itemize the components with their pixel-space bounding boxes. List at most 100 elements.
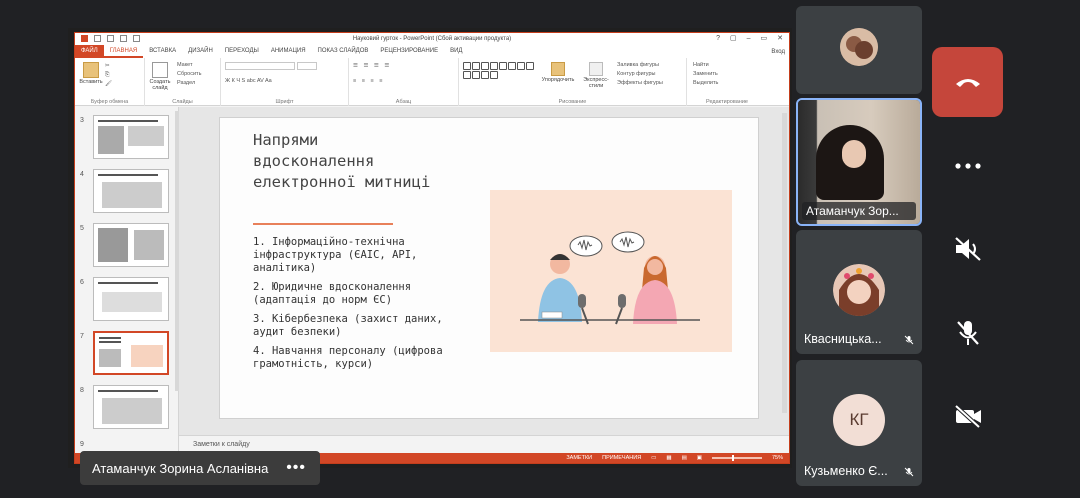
thumbnail-number: 6 (80, 279, 84, 286)
participant-tile[interactable]: Квасницька... (796, 230, 922, 354)
font-style-buttons[interactable]: Ж К Ч S abc AV Aa (225, 77, 344, 86)
reset-button[interactable]: Сбросить (177, 70, 201, 79)
quick-styles-icon (589, 62, 603, 76)
comments-toggle-button[interactable]: ПРИМЕЧАНИЯ (602, 453, 641, 463)
find-button[interactable]: Найти (693, 61, 718, 70)
ribbon-display-button[interactable]: ▢ (730, 33, 737, 45)
maximize-button[interactable]: ▭ (761, 33, 768, 45)
slide-thumbnail[interactable] (93, 223, 169, 267)
zoom-slider[interactable] (711, 455, 762, 461)
list-item: 4. Навчання персоналу (цифрова грамотніс… (253, 345, 443, 370)
shape-icon[interactable] (481, 71, 489, 79)
list-buttons-icon[interactable]: ☰ ☰ ☰ ☰ (353, 62, 454, 71)
thumbnail-number: 8 (80, 387, 84, 394)
shape-icon[interactable] (499, 62, 507, 70)
notes-toggle-button[interactable]: ЗАМЕТКИ (566, 453, 592, 463)
shape-icon[interactable] (463, 71, 471, 79)
cut-icon[interactable]: ✂ (105, 62, 112, 71)
participant-tile-active-speaker[interactable]: Атаманчук Зор... (796, 98, 922, 226)
copy-icon[interactable]: ⎘ (105, 71, 112, 80)
slide-title[interactable]: Напрями вдосконалення електронної митниц… (253, 130, 433, 193)
clipboard-group-label: Буфер обмена (90, 99, 129, 105)
shape-icon[interactable] (481, 62, 489, 70)
normal-view-icon[interactable]: ▭ (651, 453, 656, 463)
slide-thumbnail[interactable] (93, 277, 169, 321)
presenter-more-options-icon[interactable]: ••• (286, 459, 306, 477)
mic-off-icon (956, 321, 979, 345)
shape-icon[interactable] (490, 71, 498, 79)
camera-toggle-button[interactable] (932, 395, 1003, 437)
speaker-toggle-button[interactable] (932, 228, 1003, 270)
minimize-button[interactable]: – (747, 33, 751, 45)
tab-view[interactable]: ВИД (444, 45, 468, 58)
drawing-group: Упорядочить Экспресс-стили Заливка фигур… (459, 58, 687, 106)
window-title: Науковий гурток - PowerPoint (Сбой актив… (352, 36, 512, 42)
tab-animations[interactable]: АНИМАЦИЯ (265, 45, 312, 58)
close-button[interactable]: ✕ (777, 33, 783, 45)
layout-button[interactable]: Макет (177, 61, 201, 70)
thumbnail-number: 3 (80, 117, 84, 124)
paste-button[interactable]: Вставить (79, 60, 103, 85)
shape-outline-button[interactable]: Контур фигуры (617, 70, 663, 79)
shape-icon[interactable] (472, 62, 480, 70)
shape-icon[interactable] (526, 62, 534, 70)
editing-group: Найти Заменить Выделить Редактирование (687, 58, 767, 106)
more-options-button[interactable] (932, 146, 1003, 186)
format-painter-icon[interactable]: 🖌 (105, 80, 112, 89)
section-button[interactable]: Раздел (177, 79, 201, 88)
slide-editor: Напрями вдосконалення електронної митниц… (179, 107, 789, 435)
current-slide[interactable]: Напрями вдосконалення електронної митниц… (219, 117, 759, 419)
shape-icon[interactable] (517, 62, 525, 70)
font-name-input[interactable] (225, 62, 295, 70)
thumbnail-number: 5 (80, 225, 84, 232)
end-call-button[interactable] (932, 47, 1003, 117)
shape-fill-button[interactable]: Заливка фигуры (617, 61, 663, 70)
align-buttons-icon[interactable]: ≡ ≡ ≡ ≡ (353, 77, 454, 86)
tab-design[interactable]: ДИЗАЙН (182, 45, 219, 58)
tab-home[interactable]: ГЛАВНАЯ (103, 45, 144, 58)
powerpoint-window: Науковий гурток - PowerPoint (Сбой актив… (74, 32, 790, 464)
help-button[interactable]: ? (716, 33, 720, 45)
quick-styles-button[interactable]: Экспресс-стили (579, 60, 613, 89)
mic-off-icon (904, 467, 914, 477)
slideshow-view-icon[interactable]: ▣ (697, 453, 702, 463)
slide-bullet-list[interactable]: 1. Інформаційно-технічна інфраструктура … (253, 236, 468, 377)
participant-name: Атаманчук Зор... (802, 202, 916, 220)
list-item: 1. Інформаційно-технічна інфраструктура … (253, 236, 418, 274)
tab-transitions[interactable]: ПЕРЕХОДЫ (219, 45, 265, 58)
microphone-toggle-button[interactable] (932, 312, 1003, 354)
reading-view-icon[interactable]: ▤ (682, 453, 687, 463)
tab-insert[interactable]: ВСТАВКА (143, 45, 182, 58)
participant-tile[interactable] (796, 6, 922, 94)
slide-thumbnail-selected[interactable] (93, 331, 169, 375)
video-call-screen: Науковий гурток - PowerPoint (Сбой актив… (0, 0, 1080, 498)
presenter-name: Атаманчук Зорина Асланівна (92, 460, 269, 476)
slide-thumbnail[interactable] (93, 169, 169, 213)
replace-button[interactable]: Заменить (693, 70, 718, 79)
podcast-illustration[interactable] (490, 190, 732, 352)
zoom-level[interactable]: 75% (772, 453, 783, 463)
slide-scrollbar[interactable] (782, 113, 787, 413)
shape-icon[interactable] (463, 62, 471, 70)
select-button[interactable]: Выделить (693, 79, 718, 88)
shape-effects-button[interactable]: Эффекты фигуры (617, 79, 663, 88)
slide-thumbnail[interactable] (93, 115, 169, 159)
sign-in-link[interactable]: Вход (771, 49, 789, 55)
font-size-input[interactable] (296, 62, 317, 70)
camera-off-icon (954, 404, 981, 428)
shape-icon[interactable] (490, 62, 498, 70)
tab-slideshow[interactable]: ПОКАЗ СЛАЙДОВ (312, 45, 375, 58)
shape-icon[interactable] (508, 62, 516, 70)
shape-icon[interactable] (472, 71, 480, 79)
slide-thumbnail[interactable] (93, 385, 169, 429)
sorter-view-icon[interactable]: ▦ (666, 453, 671, 463)
slide-thumbnails-pane[interactable]: 3 4 5 6 7 8 9 (75, 107, 179, 453)
participant-tile[interactable]: КГ Кузьменко Є... (796, 360, 922, 486)
avatar (840, 28, 878, 66)
arrange-icon (551, 62, 565, 76)
tab-review[interactable]: РЕЦЕНЗИРОВАНИЕ (374, 45, 444, 58)
new-slide-button[interactable]: Создать слайд (147, 60, 173, 91)
more-options-icon (954, 163, 981, 169)
tab-file[interactable]: ФАЙЛ (75, 45, 104, 58)
arrange-button[interactable]: Упорядочить (541, 60, 575, 83)
